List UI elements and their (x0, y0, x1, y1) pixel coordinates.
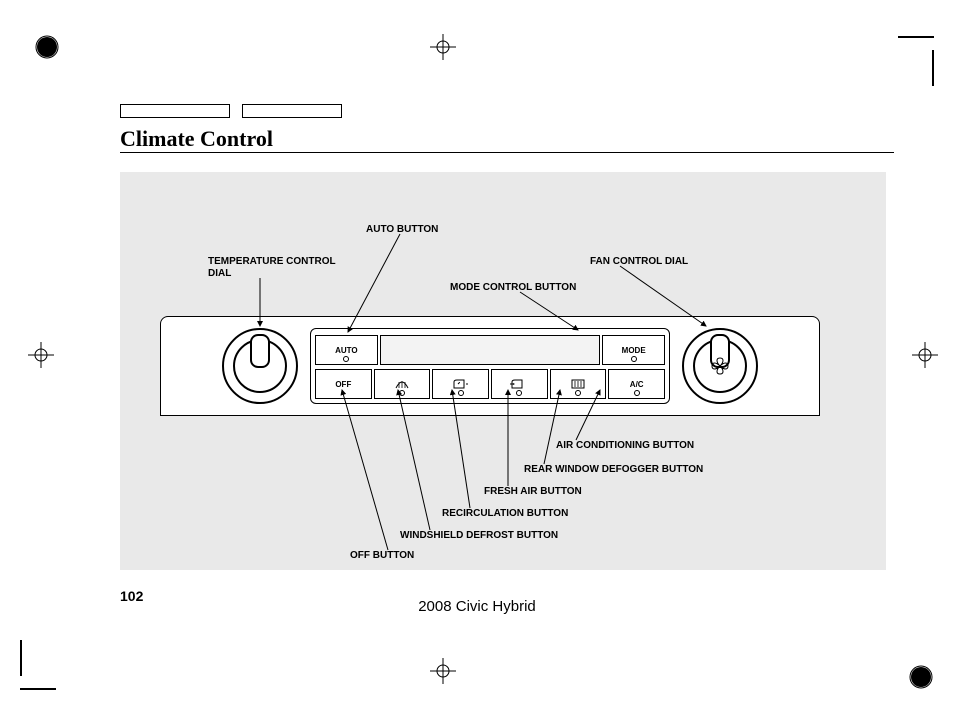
climate-control-figure: AUTO BUTTON TEMPERATURE CONTROL DIAL MOD… (120, 172, 886, 570)
crop-mark-top-right (884, 36, 934, 86)
auto-button-label: AUTO (335, 346, 358, 355)
callout-fan-dial: FAN CONTROL DIAL (590, 256, 688, 267)
defrost-icon (394, 378, 410, 390)
heading-tab-marks (120, 104, 342, 118)
recirculation-button (432, 369, 489, 399)
fan-icon (710, 356, 730, 376)
title-rule (120, 152, 894, 153)
callout-ws-defrost: WINDSHIELD DEFROST BUTTON (400, 530, 558, 541)
registration-mark-bottom-right (908, 664, 934, 690)
off-button-label: OFF (335, 380, 351, 389)
crop-mark-bottom-left (20, 640, 70, 690)
callout-fresh-air: FRESH AIR BUTTON (484, 486, 582, 497)
lcd-display (380, 335, 601, 365)
footer-vehicle: 2008 Civic Hybrid (0, 598, 954, 615)
auto-button: AUTO (315, 335, 378, 365)
rear-defog-icon (570, 378, 586, 390)
fan-dial (682, 328, 758, 404)
callout-rear-defog: REAR WINDOW DEFOGGER BUTTON (524, 464, 703, 475)
callout-recirc: RECIRCULATION BUTTON (442, 508, 568, 519)
registration-mark-left-center (28, 342, 54, 368)
fresh-air-button (491, 369, 548, 399)
callout-temp-dial: TEMPERATURE CONTROL DIAL (208, 256, 336, 280)
ac-button-label: A/C (630, 380, 644, 389)
registration-mark-bottom-center (430, 658, 456, 684)
off-button: OFF (315, 369, 372, 399)
callout-auto-button: AUTO BUTTON (366, 224, 438, 235)
callout-ac-button: AIR CONDITIONING BUTTON (556, 440, 694, 451)
temperature-dial (222, 328, 298, 404)
page-title: Climate Control (120, 126, 273, 152)
registration-mark-right-center (912, 342, 938, 368)
mode-button-label: MODE (622, 346, 646, 355)
callout-off-button: OFF BUTTON (350, 550, 414, 561)
registration-mark-top-center (430, 34, 456, 60)
mode-button: MODE (602, 335, 665, 365)
callout-mode-button: MODE CONTROL BUTTON (450, 282, 576, 293)
windshield-defrost-button (374, 369, 431, 399)
fresh-air-icon (510, 378, 528, 390)
dashboard-panel: AUTO MODE OFF (160, 316, 820, 416)
center-button-cluster: AUTO MODE OFF (310, 328, 670, 404)
registration-mark-top-left (34, 34, 60, 60)
recirculation-icon (452, 378, 470, 390)
ac-button: A/C (608, 369, 665, 399)
rear-defogger-button (550, 369, 607, 399)
